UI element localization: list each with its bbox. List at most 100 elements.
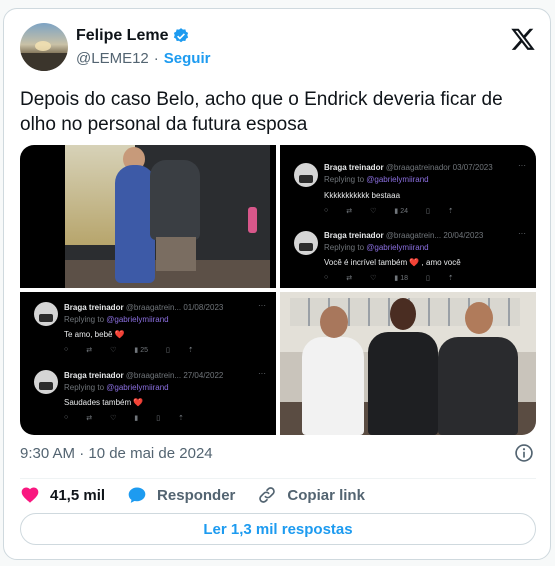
photo-person-center	[368, 332, 438, 435]
more-icon: ···	[258, 369, 266, 378]
photo-person-left-head	[320, 306, 348, 338]
share-icon: ⇡	[187, 347, 194, 354]
reply-item: Braga treinador @braagatrein... 01/08/20…	[20, 292, 276, 362]
reply-replying: Replying to @gabrielymiirand	[324, 175, 429, 184]
author-handle-row: @LEME12 · Seguir	[76, 50, 210, 67]
copy-link-label: Copiar link	[287, 486, 365, 504]
reply-author: Braga treinador	[324, 231, 384, 240]
reply-item: Braga treinador @braagatreinador 03/07/2…	[280, 145, 536, 215]
reply-replying: Replying to @gabrielymiirand	[64, 315, 169, 324]
replying-prefix: Replying to	[324, 243, 365, 252]
reply-label: Responder	[157, 486, 236, 504]
replying-prefix: Replying to	[64, 383, 105, 392]
author-name-row: Felipe Leme	[76, 27, 190, 45]
read-replies-button[interactable]: Ler 1,3 mil respostas	[20, 513, 536, 545]
author-avatar[interactable]	[20, 23, 68, 71]
tweet-text: Depois do caso Belo, acho que o Endrick …	[20, 89, 503, 135]
reply-author: Braga treinador	[64, 303, 124, 312]
reply-text: Saudades também ❤️	[64, 398, 144, 407]
handle-separator: ·	[153, 50, 159, 67]
more-icon: ···	[518, 229, 526, 238]
divider	[20, 478, 536, 479]
bookmark-icon: ▯	[425, 208, 430, 215]
reply-header: Braga treinador @braagatrein... 20/04/20…	[324, 231, 483, 240]
tweet-card: Felipe Leme @LEME12 · Seguir Depois do c…	[3, 8, 551, 560]
replying-prefix: Replying to	[324, 175, 365, 184]
reply-avatar	[294, 231, 318, 255]
reply-handle: @braagatreinador	[385, 163, 451, 172]
replying-mention: @gabrielymiirand	[366, 243, 429, 252]
comment-icon: ○	[324, 274, 329, 281]
replying-mention: @gabrielymiirand	[106, 315, 169, 324]
retweet-icon: ⇄	[86, 347, 93, 354]
bookmark-icon: ▯	[156, 415, 161, 422]
heart-icon	[21, 487, 39, 503]
reply-actions: ○ ⇄ ♡ ▮ 25 ▯ ⇡	[64, 346, 194, 354]
more-icon: ···	[518, 161, 526, 170]
verified-badge-icon	[174, 28, 189, 43]
reply-date: 01/08/2023	[183, 303, 224, 312]
media-replies-screenshot-1[interactable]: Braga treinador @braagatreinador 03/07/2…	[280, 145, 536, 288]
tweet-actions: 41,5 mil Responder Copiar link	[20, 483, 387, 507]
reply-handle: @braagatrein...	[385, 231, 442, 240]
reply-author: Braga treinador	[64, 371, 124, 380]
replying-mention: @gabrielymiirand	[106, 383, 169, 392]
views-count: ▮ 18	[394, 275, 408, 282]
share-icon: ⇡	[447, 275, 454, 282]
reply-actions: ○ ⇄ ♡ ▮ 24 ▯ ⇡	[324, 207, 454, 215]
reply-text: Você é incrível também ❤️ , amo você	[324, 258, 461, 267]
reply-text: Kkkkkkkkkkk bestaaa	[324, 191, 401, 200]
views-value: 24	[400, 208, 408, 215]
bookmark-icon: ▯	[165, 347, 170, 354]
like-icon: ♡	[370, 208, 377, 215]
reply-header: Braga treinador @braagatrein... 27/04/20…	[64, 371, 223, 380]
media-group-photo[interactable]	[280, 292, 536, 435]
tweet-timestamp[interactable]: 9:30 AM · 10 de mai de 2024	[20, 445, 213, 462]
media-gym-photo[interactable]	[20, 145, 276, 288]
reply-replying: Replying to @gabrielymiirand	[324, 243, 429, 252]
reply-actions: ○ ⇄ ♡ ▮ ▯ ⇡	[64, 414, 184, 422]
share-icon: ⇡	[447, 208, 454, 215]
likes-count: 41,5 mil	[50, 486, 106, 504]
avatar-ground	[20, 53, 68, 71]
reply-handle: @braagatrein...	[125, 371, 182, 380]
reply-actions: ○ ⇄ ♡ ▮ 18 ▯ ⇡	[324, 274, 454, 282]
retweet-icon: ⇄	[86, 415, 93, 422]
reply-author: Braga treinador	[324, 163, 384, 172]
reply-avatar	[294, 163, 318, 187]
reply-header: Braga treinador @braagatreinador 03/07/2…	[324, 163, 493, 172]
comment-icon: ○	[64, 346, 69, 353]
info-icon[interactable]	[514, 443, 534, 463]
copy-link-button[interactable]: Copiar link	[257, 485, 365, 505]
reply-date: 27/04/2022	[183, 371, 224, 380]
x-logo-icon[interactable]	[509, 26, 537, 52]
reply-button[interactable]: Responder	[127, 485, 235, 505]
views-count: ▮ 24	[394, 208, 408, 215]
reply-text: Te amo, bebê ❤️	[64, 330, 125, 339]
reply-header: Braga treinador @braagatrein... 01/08/20…	[64, 303, 223, 312]
like-icon: ♡	[110, 415, 117, 422]
author-handle[interactable]: @LEME12	[76, 50, 149, 67]
views-count: ▮ 25	[134, 347, 148, 354]
avatar-sun	[35, 41, 51, 51]
link-icon	[259, 487, 276, 503]
photo-person-man	[150, 160, 200, 240]
photo-bottle	[248, 207, 257, 233]
photo-person-center-head	[390, 298, 416, 330]
like-icon: ♡	[110, 347, 117, 354]
reply-date: 20/04/2023	[443, 231, 484, 240]
follow-button[interactable]: Seguir	[164, 50, 211, 67]
like-button[interactable]: 41,5 mil	[20, 485, 105, 505]
photo-person-shorts	[156, 237, 196, 271]
media-replies-screenshot-2[interactable]: Braga treinador @braagatrein... 01/08/20…	[20, 292, 276, 435]
replying-prefix: Replying to	[64, 315, 105, 324]
replying-mention: @gabrielymiirand	[366, 175, 429, 184]
author-name[interactable]: Felipe Leme	[76, 27, 168, 45]
like-icon: ♡	[370, 275, 377, 282]
reply-item: Braga treinador @braagatrein... 27/04/20…	[20, 360, 276, 430]
comment-icon: ○	[324, 207, 329, 214]
media-grid: Braga treinador @braagatreinador 03/07/2…	[20, 145, 536, 435]
reply-replying: Replying to @gabrielymiirand	[64, 383, 169, 392]
comment-icon: ○	[64, 414, 69, 421]
photo-person-woman	[115, 165, 155, 283]
